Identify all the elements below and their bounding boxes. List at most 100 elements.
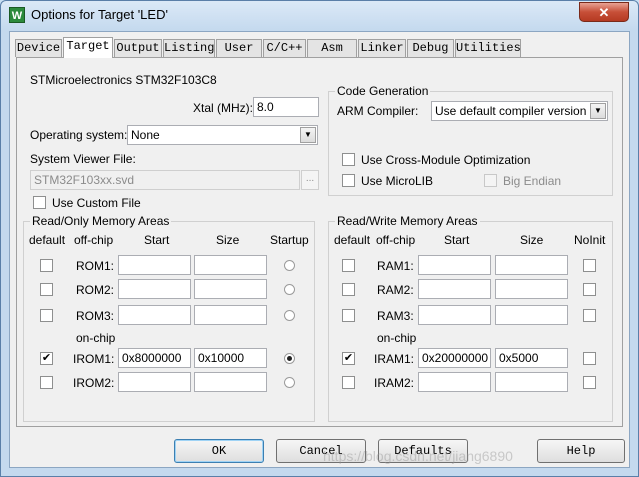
iram1-size-input[interactable]: 0x5000 xyxy=(495,348,568,368)
rom2-startup-radio[interactable] xyxy=(284,284,295,295)
tab-target[interactable]: Target xyxy=(63,37,113,58)
irom2-startup-radio[interactable] xyxy=(284,377,295,388)
rom-group-title: Read/Only Memory Areas xyxy=(30,214,172,228)
ram2-size-input[interactable] xyxy=(495,279,568,299)
ram-header-offchip: off-chip xyxy=(376,233,416,247)
irom2-default-checkbox[interactable] xyxy=(40,376,53,389)
iram1-default-checkbox[interactable]: ✔ xyxy=(342,352,355,365)
device-name: STMicroelectronics STM32F103C8 xyxy=(30,73,217,87)
use-custom-file-checkbox[interactable] xyxy=(33,196,46,209)
ram2-default-checkbox[interactable] xyxy=(342,283,355,296)
tab-c-cpp[interactable]: C/C++ xyxy=(263,39,306,57)
rom1-default-checkbox[interactable] xyxy=(40,259,53,272)
irom2-label: IROM2: xyxy=(73,376,115,390)
help-button[interactable]: Help xyxy=(537,439,625,463)
rom2-start-input[interactable] xyxy=(118,279,191,299)
rom3-startup-radio[interactable] xyxy=(284,310,295,321)
ram-group-title: Read/Write Memory Areas xyxy=(335,214,480,228)
ram1-label: RAM1: xyxy=(377,259,414,273)
target-tab-panel: STMicroelectronics STM32F103C8 Xtal (MHz… xyxy=(16,57,623,427)
iram2-noinit-checkbox[interactable] xyxy=(583,376,596,389)
irom1-label: IROM1: xyxy=(73,352,115,366)
keil-app-icon: W xyxy=(9,7,25,23)
ram1-start-input[interactable] xyxy=(418,255,491,275)
rom3-default-checkbox[interactable] xyxy=(40,309,53,322)
cross-module-checkbox[interactable] xyxy=(342,153,355,166)
iram2-size-input[interactable] xyxy=(495,372,568,392)
cross-module-label: Use Cross-Module Optimization xyxy=(361,153,531,167)
svd-browse-button[interactable]: ... xyxy=(301,170,319,190)
ram3-start-input[interactable] xyxy=(418,305,491,325)
irom1-size-input[interactable]: 0x10000 xyxy=(194,348,267,368)
tab-asm[interactable]: Asm xyxy=(307,39,357,57)
ram-header-noinit: NoInit xyxy=(574,233,606,247)
tab-device[interactable]: Device xyxy=(15,39,62,57)
tab-linker[interactable]: Linker xyxy=(358,39,406,57)
code-generation-title: Code Generation xyxy=(335,84,431,98)
tab-user[interactable]: User xyxy=(216,39,262,57)
ram3-label: RAM3: xyxy=(377,309,414,323)
iram1-label: IRAM1: xyxy=(374,352,415,366)
arm-compiler-select[interactable]: Use default compiler version ▼ xyxy=(431,101,608,121)
window-title: Options for Target 'LED' xyxy=(31,7,168,22)
ram3-size-input[interactable] xyxy=(495,305,568,325)
options-dialog: W Options for Target 'LED' ✕ Device Targ… xyxy=(0,0,639,477)
svd-file-input[interactable]: STM32F103xx.svd xyxy=(30,170,300,190)
rom-header-startup: Startup xyxy=(270,233,309,247)
ram3-noinit-checkbox[interactable] xyxy=(583,309,596,322)
irom1-start-input[interactable]: 0x8000000 xyxy=(118,348,191,368)
ram-header-start: Start xyxy=(444,233,470,247)
os-select[interactable]: None ▼ xyxy=(127,125,318,145)
rom3-start-input[interactable] xyxy=(118,305,191,325)
title-bar[interactable]: W Options for Target 'LED' ✕ xyxy=(1,1,638,29)
microlib-label: Use MicroLIB xyxy=(361,174,434,188)
rom2-default-checkbox[interactable] xyxy=(40,283,53,296)
ok-button[interactable]: OK xyxy=(174,439,264,463)
ram2-noinit-checkbox[interactable] xyxy=(583,283,596,296)
chevron-down-icon[interactable]: ▼ xyxy=(300,127,316,143)
rom1-startup-radio[interactable] xyxy=(284,260,295,271)
rom1-start-input[interactable] xyxy=(118,255,191,275)
iram2-default-checkbox[interactable] xyxy=(342,376,355,389)
svd-label: System Viewer File: xyxy=(30,152,136,166)
ram-group: Read/Write Memory Areas default off-chip… xyxy=(328,214,613,422)
ram1-size-input[interactable] xyxy=(495,255,568,275)
xtal-label: Xtal (MHz): xyxy=(193,101,253,115)
tab-listing[interactable]: Listing xyxy=(163,39,215,57)
ram2-start-input[interactable] xyxy=(418,279,491,299)
microlib-checkbox[interactable] xyxy=(342,174,355,187)
tab-debug[interactable]: Debug xyxy=(407,39,454,57)
dialog-client: Device Target Output Listing User C/C++ … xyxy=(9,31,630,468)
rom2-size-input[interactable] xyxy=(194,279,267,299)
arm-compiler-label: ARM Compiler: xyxy=(337,104,419,118)
irom1-default-checkbox[interactable]: ✔ xyxy=(40,352,53,365)
os-label: Operating system: xyxy=(30,128,128,142)
use-custom-file-label: Use Custom File xyxy=(52,196,141,210)
tab-utilities[interactable]: Utilities xyxy=(455,39,521,57)
ram3-default-checkbox[interactable] xyxy=(342,309,355,322)
big-endian-checkbox[interactable] xyxy=(484,174,497,187)
xtal-input[interactable]: 8.0 xyxy=(253,97,319,117)
iram2-label: IRAM2: xyxy=(374,376,415,390)
rom-header-offchip: off-chip xyxy=(74,233,114,247)
rom3-size-input[interactable] xyxy=(194,305,267,325)
ram2-label: RAM2: xyxy=(377,283,414,297)
chevron-down-icon[interactable]: ▼ xyxy=(590,103,606,119)
rom2-label: ROM2: xyxy=(76,283,115,297)
iram1-start-input[interactable]: 0x20000000 xyxy=(418,348,491,368)
irom2-size-input[interactable] xyxy=(194,372,267,392)
ram1-noinit-checkbox[interactable] xyxy=(583,259,596,272)
ram-onchip-label: on-chip xyxy=(377,331,417,345)
close-button[interactable]: ✕ xyxy=(579,2,629,22)
os-value: None xyxy=(131,128,160,142)
rom-group: Read/Only Memory Areas default off-chip … xyxy=(23,214,315,422)
iram2-start-input[interactable] xyxy=(418,372,491,392)
irom1-startup-radio[interactable] xyxy=(284,353,295,364)
rom1-size-input[interactable] xyxy=(194,255,267,275)
iram1-noinit-checkbox[interactable] xyxy=(583,352,596,365)
tab-output[interactable]: Output xyxy=(114,39,162,57)
irom2-start-input[interactable] xyxy=(118,372,191,392)
rom-header-size: Size xyxy=(216,233,240,247)
watermark: https://blog.csdn.net/jiang6890 xyxy=(323,448,513,464)
ram1-default-checkbox[interactable] xyxy=(342,259,355,272)
